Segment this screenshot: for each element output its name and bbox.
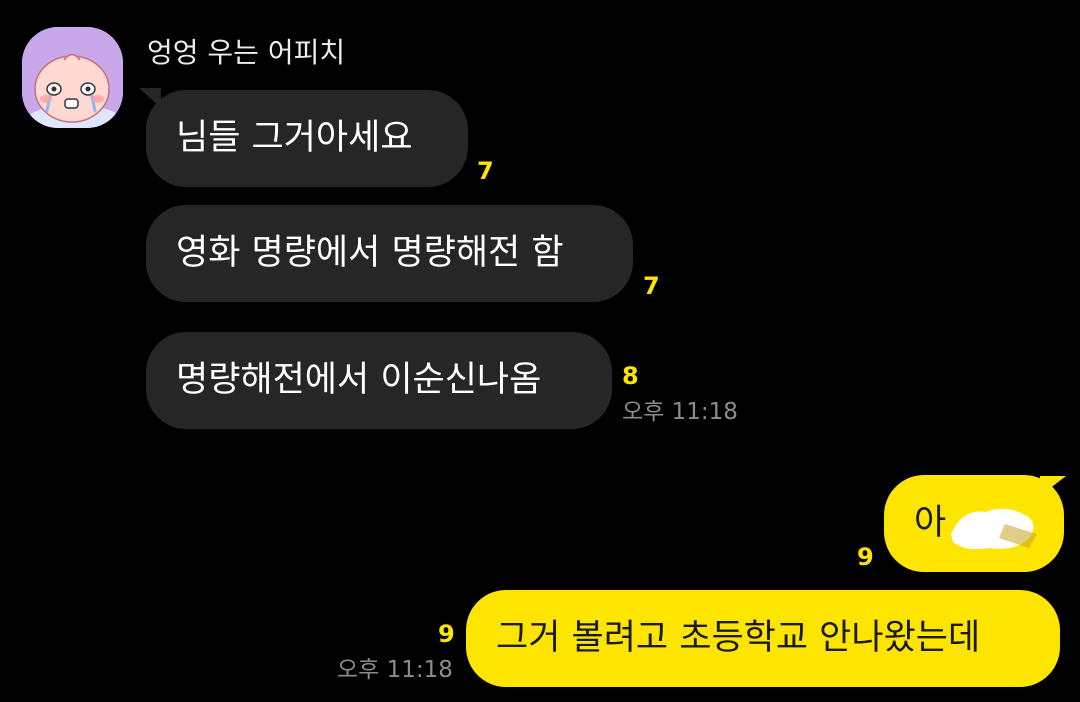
- message-text: 그거 볼려고 초등학교 안나왔는데: [496, 618, 981, 658]
- unread-count: 8: [622, 362, 639, 390]
- redaction-scribble: [945, 494, 1041, 556]
- sender-avatar[interactable]: [22, 27, 123, 128]
- message-text: 님들 그거아세요: [176, 118, 413, 158]
- message-text: 명량해전에서 이순신나옴: [176, 360, 542, 400]
- chat-screen: { "conversation": { "sender_name": "엉엉 우…: [0, 0, 1080, 702]
- incoming-message-bubble[interactable]: 영화 명량에서 명량해전 함: [146, 205, 633, 302]
- crying-apeach-avatar-icon: [22, 27, 123, 128]
- incoming-message-bubble[interactable]: 님들 그거아세요: [146, 90, 468, 187]
- message-text: 영화 명량에서 명량해전 함: [176, 233, 564, 273]
- unread-count: 7: [477, 157, 494, 185]
- unread-count: 9: [857, 543, 874, 571]
- sender-name: 엉엉 우는 어피치: [147, 36, 346, 69]
- incoming-message-bubble[interactable]: 명량해전에서 이순신나옴: [146, 332, 612, 429]
- message-timestamp: 오후 11:18: [622, 399, 738, 425]
- message-timestamp: 오후 11:18: [337, 657, 453, 683]
- unread-count: 9: [438, 620, 455, 648]
- outgoing-message-bubble[interactable]: 그거 볼려고 초등학교 안나왔는데: [466, 590, 1060, 687]
- message-text: 아: [914, 503, 947, 543]
- unread-count: 7: [643, 272, 660, 300]
